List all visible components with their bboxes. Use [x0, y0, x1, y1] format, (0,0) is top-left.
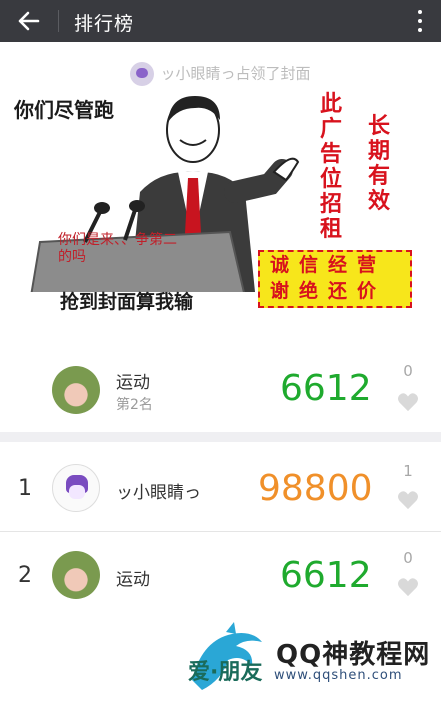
back-button[interactable]: [12, 6, 46, 36]
cover-claim: ッ小眼睛っ占领了封面: [0, 62, 441, 86]
table-row[interactable]: 2 运动 6612 0: [0, 533, 441, 619]
claim-avatar: [130, 62, 155, 86]
ad-vertical-1: 此广告位招租: [319, 92, 342, 242]
watermark-friends: 爱·朋友: [188, 660, 263, 685]
like-count: 0: [403, 549, 413, 567]
ad-line-1: 诚信经营: [270, 254, 387, 276]
avatar: [52, 366, 100, 414]
avatar: [52, 464, 100, 512]
my-name: 运动: [116, 373, 150, 393]
ad-vertical-2: 长期有效: [367, 114, 390, 214]
rank-number: 2: [18, 563, 32, 588]
top-bar: 排行榜: [0, 0, 441, 42]
section-separator: [0, 432, 441, 442]
page-title: 排行榜: [74, 13, 135, 35]
meme-podium-text: 你们是来、、争第二的吗: [58, 232, 177, 265]
watermark-title: QQ神教程网: [276, 640, 431, 670]
my-like-count: 0: [403, 362, 413, 380]
my-rank-text: 第2名: [116, 397, 153, 413]
cover-claim-text: ッ小眼睛っ占领了封面: [160, 64, 311, 83]
avatar: [52, 551, 100, 599]
more-options-icon[interactable]: [411, 8, 429, 34]
watermark-url: www.qqshen.com: [274, 668, 403, 683]
heart-icon[interactable]: [397, 392, 419, 412]
heart-icon[interactable]: [397, 490, 419, 510]
back-arrow-icon: [18, 11, 40, 31]
row-score: 98800: [258, 468, 373, 509]
like-count: 1: [403, 462, 413, 480]
row-divider: [0, 531, 441, 532]
cover-area[interactable]: ッ小眼睛っ占领了封面 你们尽管跑 你们是来、、争第二的吗 抢到封面算我输 此广告…: [0, 42, 441, 342]
topbar-divider: [58, 10, 59, 32]
row-score: 6612: [280, 555, 372, 596]
ad-yellow-box: 诚信经营 谢绝还价: [258, 250, 412, 308]
row-name: ッ小眼睛っ: [116, 483, 201, 503]
row-name: 运动: [116, 570, 150, 590]
meme-text-left: 你们尽管跑: [14, 98, 114, 122]
ad-line-2: 谢绝还价: [270, 280, 387, 302]
table-row[interactable]: 1 ッ小眼睛っ 98800 1: [0, 446, 441, 532]
heart-icon[interactable]: [397, 577, 419, 597]
rank-number: 1: [18, 476, 32, 501]
meme-text-bottom: 抢到封面算我输: [60, 291, 194, 313]
my-rank-row[interactable]: 运动 第2名 6612 0: [0, 350, 441, 434]
watermark: 爱·朋友 QQ神教程网 www.qqshen.com: [176, 616, 441, 713]
my-score: 6612: [280, 368, 372, 409]
